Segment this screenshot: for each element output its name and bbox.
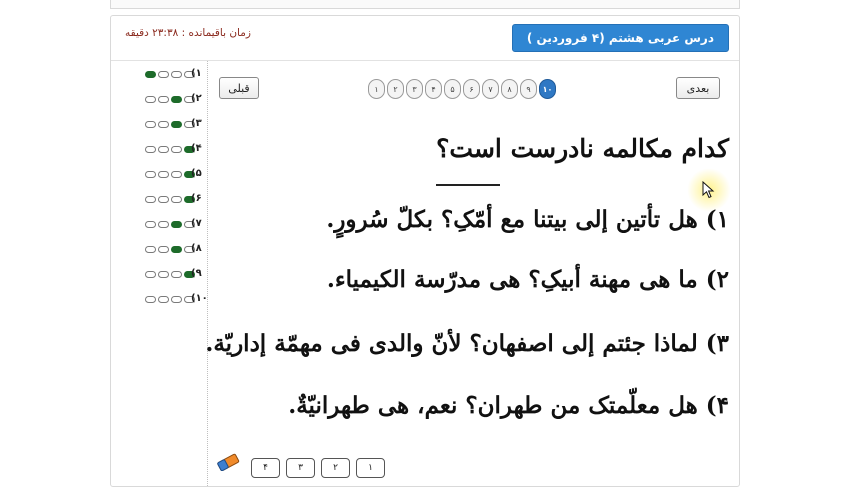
answer-bubbles [145,146,195,153]
answer-bubble[interactable] [171,196,182,203]
top-strip [110,0,740,9]
remaining-time: زمان باقیمانده : ۲۳:۳۸ دقیقه [125,27,251,39]
answer-row-number: ۵) [191,168,202,179]
answer-row-number: ۱) [191,68,202,79]
answer-choice-bar: ۴۳۲۱ [251,458,385,478]
page-button[interactable]: ۹ [520,79,537,99]
exam-title: درس عربی هشتم (۴ فروردین ) [511,24,729,52]
question-option-3: ۳) لماذا جئتم إلی اصفهان؟ لأنّ والدی فی … [205,330,729,357]
question-option-1: ۱) هل تأتین إلی بیتنا مع أمّکِ؟ بکلّ سُر… [326,206,729,233]
page-button[interactable]: ۶ [463,79,480,99]
page-button[interactable]: ۱ [368,79,385,99]
answer-bubble[interactable] [145,221,156,228]
exam-header: درس عربی هشتم (۴ فروردین ) زمان باقیماند… [111,16,739,61]
eraser-icon[interactable] [215,453,241,471]
question-option-2: ۲) ما هی مهنة أبیکِ؟ هی مدرّسة الکیمیاء. [326,266,729,293]
page-button[interactable]: ۸ [501,79,518,99]
answer-bubble[interactable] [158,221,169,228]
answer-bubble[interactable] [145,146,156,153]
page-button[interactable]: ۴ [425,79,442,99]
answer-bubble[interactable] [145,121,156,128]
answer-row[interactable]: ۵) [133,168,203,184]
mouse-pointer-icon [702,181,715,199]
answer-bubbles [145,271,195,278]
previous-button[interactable]: قبلی [219,77,259,99]
answer-bubble[interactable] [171,221,182,228]
answer-bubble[interactable] [145,71,156,78]
stem-underline [436,184,500,186]
answer-bubble[interactable] [158,271,169,278]
answer-row-number: ۴) [191,143,202,154]
answer-bubble[interactable] [145,171,156,178]
answer-bubbles [145,121,195,128]
answer-bubble[interactable] [145,246,156,253]
answer-row-number: ۷) [191,218,202,229]
answer-bubble[interactable] [145,296,156,303]
page-button[interactable]: ۳ [406,79,423,99]
answer-bubble[interactable] [145,96,156,103]
choice-button[interactable]: ۲ [321,458,350,478]
next-button[interactable]: بعدی [676,77,720,99]
answer-bubble[interactable] [158,96,169,103]
answer-row[interactable]: ۶) [133,193,203,209]
answer-bubble[interactable] [171,171,182,178]
choice-button[interactable]: ۳ [286,458,315,478]
answer-row-number: ۱۰) [191,293,208,304]
page-button[interactable]: ۱۰ [539,79,556,99]
answer-bubbles [145,196,195,203]
answer-bubble[interactable] [171,96,182,103]
choice-button[interactable]: ۴ [251,458,280,478]
answer-bubbles [145,96,195,103]
answer-row-number: ۲) [191,93,202,104]
answer-row[interactable]: ۷) [133,218,203,234]
answer-bubble[interactable] [171,296,182,303]
answer-bubbles [145,246,195,253]
question-pager: ۱ ۲ ۳ ۴ ۵ ۶ ۷ ۸ ۹ ۱۰ [368,79,556,99]
answer-bubble[interactable] [171,121,182,128]
answer-bubbles [145,171,195,178]
page-button[interactable]: ۷ [482,79,499,99]
answer-row[interactable]: ۳) [133,118,203,134]
answer-row[interactable]: ۸) [133,243,203,259]
answer-bubble[interactable] [171,246,182,253]
answer-bubble[interactable] [171,146,182,153]
answer-bubbles [145,296,195,303]
answer-bubble[interactable] [158,196,169,203]
question-stem: کدام مکالمه نادرست است؟ [436,134,729,163]
answer-bubble[interactable] [171,71,182,78]
answer-row[interactable]: ۱) [133,68,203,84]
answer-bubble[interactable] [158,121,169,128]
answer-row[interactable]: ۱۰) [133,293,208,309]
page-button[interactable]: ۵ [444,79,461,99]
answer-row[interactable]: ۲) [133,93,203,109]
question-area: کدام مکالمه نادرست است؟ ۱) هل تأتین إلی … [205,126,729,426]
question-option-4: ۴) هل معلّمتک من طهران؟ نعم، هی طهرانیّة… [288,392,729,419]
answer-bubbles [145,71,195,78]
answer-bubble[interactable] [158,171,169,178]
answer-row-number: ۶) [191,193,202,204]
answer-row[interactable]: ۴) [133,143,203,159]
page-button[interactable]: ۲ [387,79,404,99]
exam-panel: درس عربی هشتم (۴ فروردین ) زمان باقیماند… [110,15,740,487]
answer-bubble[interactable] [158,246,169,253]
answer-row[interactable]: ۹) [133,268,203,284]
answer-bubble[interactable] [145,196,156,203]
answer-bubble[interactable] [171,271,182,278]
sidebar-divider [207,61,208,486]
choice-button[interactable]: ۱ [356,458,385,478]
answer-bubble[interactable] [158,296,169,303]
answer-row-number: ۳) [191,118,202,129]
answer-row-number: ۹) [191,268,202,279]
answer-bubbles [145,221,195,228]
answer-bubble[interactable] [158,71,169,78]
answer-bubble[interactable] [145,271,156,278]
answer-row-number: ۸) [191,243,202,254]
answer-bubble[interactable] [158,146,169,153]
